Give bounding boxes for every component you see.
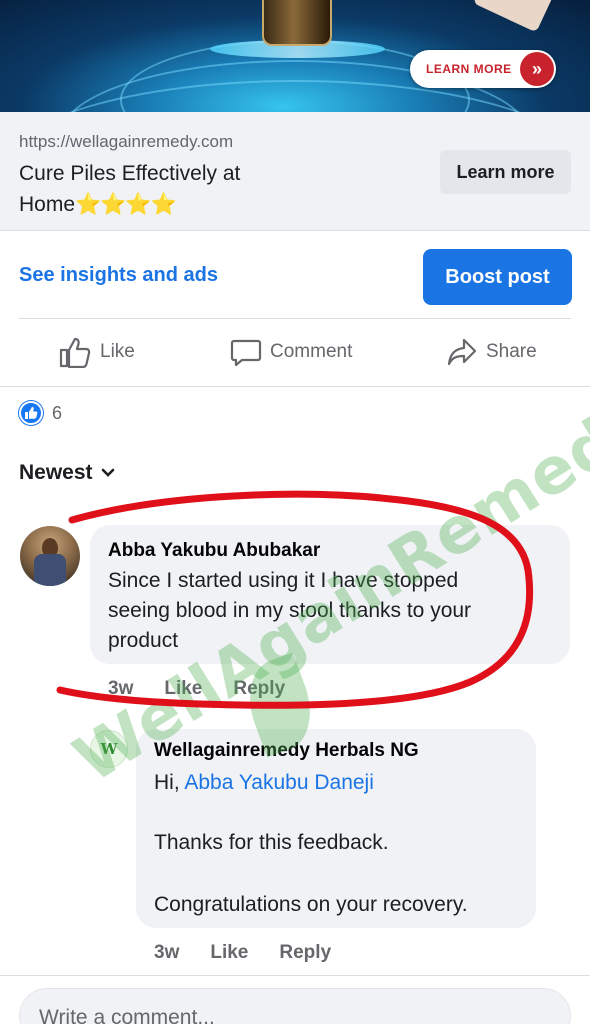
sort-label: Newest bbox=[19, 461, 93, 484]
ad-banner-image[interactable]: LEARN MORE » bbox=[0, 0, 590, 112]
like-reaction-icon bbox=[19, 401, 43, 425]
comment-label: Comment bbox=[270, 341, 353, 362]
share-button[interactable]: Share bbox=[446, 336, 537, 368]
reply-timestamp: 3w bbox=[154, 942, 180, 963]
divider bbox=[0, 230, 590, 231]
reply-reply-link[interactable]: Reply bbox=[279, 942, 331, 964]
star-rating-icon: ⭐⭐⭐⭐ bbox=[75, 193, 177, 216]
banner-corner-shape bbox=[472, 0, 558, 33]
learn-more-button[interactable]: Learn more bbox=[440, 150, 571, 194]
reply-greeting: Hi, bbox=[154, 771, 180, 794]
comment-input[interactable]: Write a comment... bbox=[19, 988, 571, 1024]
thumbs-up-icon bbox=[59, 337, 91, 368]
comment-author[interactable]: Abba Yakubu Abubakar bbox=[108, 540, 320, 562]
link-url: https://wellagainremedy.com bbox=[19, 132, 234, 151]
divider bbox=[19, 318, 571, 319]
comment-sort-dropdown[interactable]: Newest bbox=[19, 461, 115, 485]
reply-greeting-line: Hi, Abba Yakubu Daneji bbox=[154, 768, 374, 798]
comment-button[interactable]: Comment bbox=[230, 336, 352, 368]
reply-like-link[interactable]: Like bbox=[210, 942, 248, 964]
see-insights-link[interactable]: See insights and ads bbox=[19, 264, 218, 287]
like-label: Like bbox=[100, 341, 135, 362]
like-button[interactable]: Like bbox=[58, 336, 135, 368]
reaction-count: 6 bbox=[52, 402, 63, 423]
chevron-down-icon bbox=[101, 468, 114, 477]
share-arrow-icon bbox=[447, 338, 477, 366]
product-jar-image bbox=[262, 0, 332, 46]
boost-post-button[interactable]: Boost post bbox=[423, 249, 572, 305]
reply-meta: 3w Like Reply bbox=[154, 942, 362, 964]
reaction-summary[interactable]: 6 bbox=[19, 401, 62, 425]
reply-text-line: Thanks for this feedback. bbox=[154, 831, 389, 854]
double-chevron-right-icon: » bbox=[520, 52, 554, 86]
mention-link[interactable]: Abba Yakubu Daneji bbox=[184, 771, 374, 794]
divider bbox=[0, 386, 590, 387]
reply-text-line: Congratulations on your recovery. bbox=[154, 893, 468, 916]
avatar[interactable] bbox=[20, 526, 80, 586]
share-label: Share bbox=[486, 341, 537, 362]
link-title: Cure Piles Effectively at Home⭐⭐⭐⭐ bbox=[19, 158, 319, 220]
comment-text-line: product bbox=[108, 629, 179, 652]
banner-learn-more-label: LEARN MORE bbox=[426, 62, 512, 76]
banner-learn-more-button[interactable]: LEARN MORE » bbox=[410, 50, 556, 88]
comment-icon bbox=[230, 339, 262, 367]
divider bbox=[0, 975, 590, 976]
